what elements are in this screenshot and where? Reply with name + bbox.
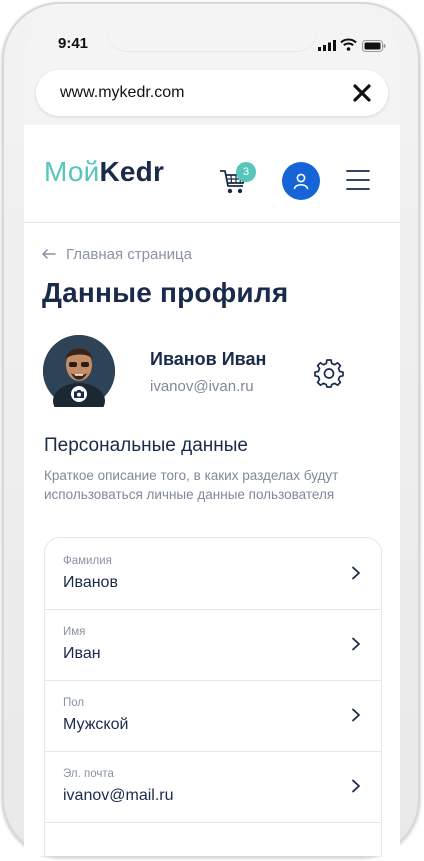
field-label: Имя xyxy=(63,626,86,638)
camera-icon xyxy=(74,390,84,398)
status-bar: 9:41 www.mykedr.com xyxy=(24,20,400,125)
url-text[interactable]: www.mykedr.com xyxy=(60,84,184,102)
close-icon[interactable] xyxy=(352,83,372,103)
field-label: Эл. почта xyxy=(63,768,114,780)
settings-gear-icon[interactable] xyxy=(314,358,344,388)
signal-icon xyxy=(318,40,336,51)
hamburger-menu-icon[interactable] xyxy=(346,169,370,191)
field-row-last-name[interactable]: Фамилия Иванов xyxy=(45,538,381,610)
arrow-left-icon xyxy=(42,249,56,259)
battery-icon xyxy=(362,40,386,52)
user-account-button[interactable] xyxy=(282,162,320,200)
change-photo-button[interactable] xyxy=(71,386,87,402)
logo-part-2: Kedr xyxy=(99,156,165,187)
field-value: Иванов xyxy=(63,574,118,591)
logo-part-1: Мой xyxy=(44,156,100,187)
personal-data-card: Фамилия Иванов Имя Иван Пол Мужской Эл. … xyxy=(44,537,382,856)
chevron-right-icon xyxy=(352,779,360,793)
field-row-email[interactable]: Эл. почта ivanov@mail.ru xyxy=(45,751,381,823)
screen: 9:41 www.mykedr.com МойKedr 3 Главная ст… xyxy=(24,20,400,856)
section-description: Краткое описание того, в каких разделах … xyxy=(44,468,339,502)
breadcrumb-label[interactable]: Главная страница xyxy=(66,246,192,263)
page-title: Данные профиля xyxy=(42,277,289,308)
breadcrumb[interactable]: Главная страница xyxy=(42,246,192,263)
field-value: Мужской xyxy=(63,716,129,733)
notch xyxy=(107,20,317,51)
cart-count-badge: 3 xyxy=(236,162,256,182)
site-header: МойKedr 3 xyxy=(24,125,400,223)
field-label: Фамилия xyxy=(63,555,112,567)
field-row-gender[interactable]: Пол Мужской xyxy=(45,680,381,752)
field-value: Иван xyxy=(63,645,101,662)
profile-email: ivanov@ivan.ru xyxy=(150,378,254,395)
field-row-first-name[interactable]: Имя Иван xyxy=(45,609,381,681)
profile-name: Иванов Иван xyxy=(150,349,267,369)
chevron-right-icon xyxy=(352,708,360,722)
status-time: 9:41 xyxy=(58,35,89,52)
field-value: ivanov@mail.ru xyxy=(63,787,174,804)
address-bar[interactable]: www.mykedr.com xyxy=(36,70,388,116)
field-label: Пол xyxy=(63,697,85,709)
chevron-right-icon xyxy=(352,566,360,580)
wifi-icon xyxy=(340,38,357,51)
logo[interactable]: МойKedr xyxy=(44,156,164,188)
section-title: Персональные данные xyxy=(44,435,248,456)
user-icon xyxy=(293,173,309,190)
chevron-right-icon xyxy=(352,637,360,651)
